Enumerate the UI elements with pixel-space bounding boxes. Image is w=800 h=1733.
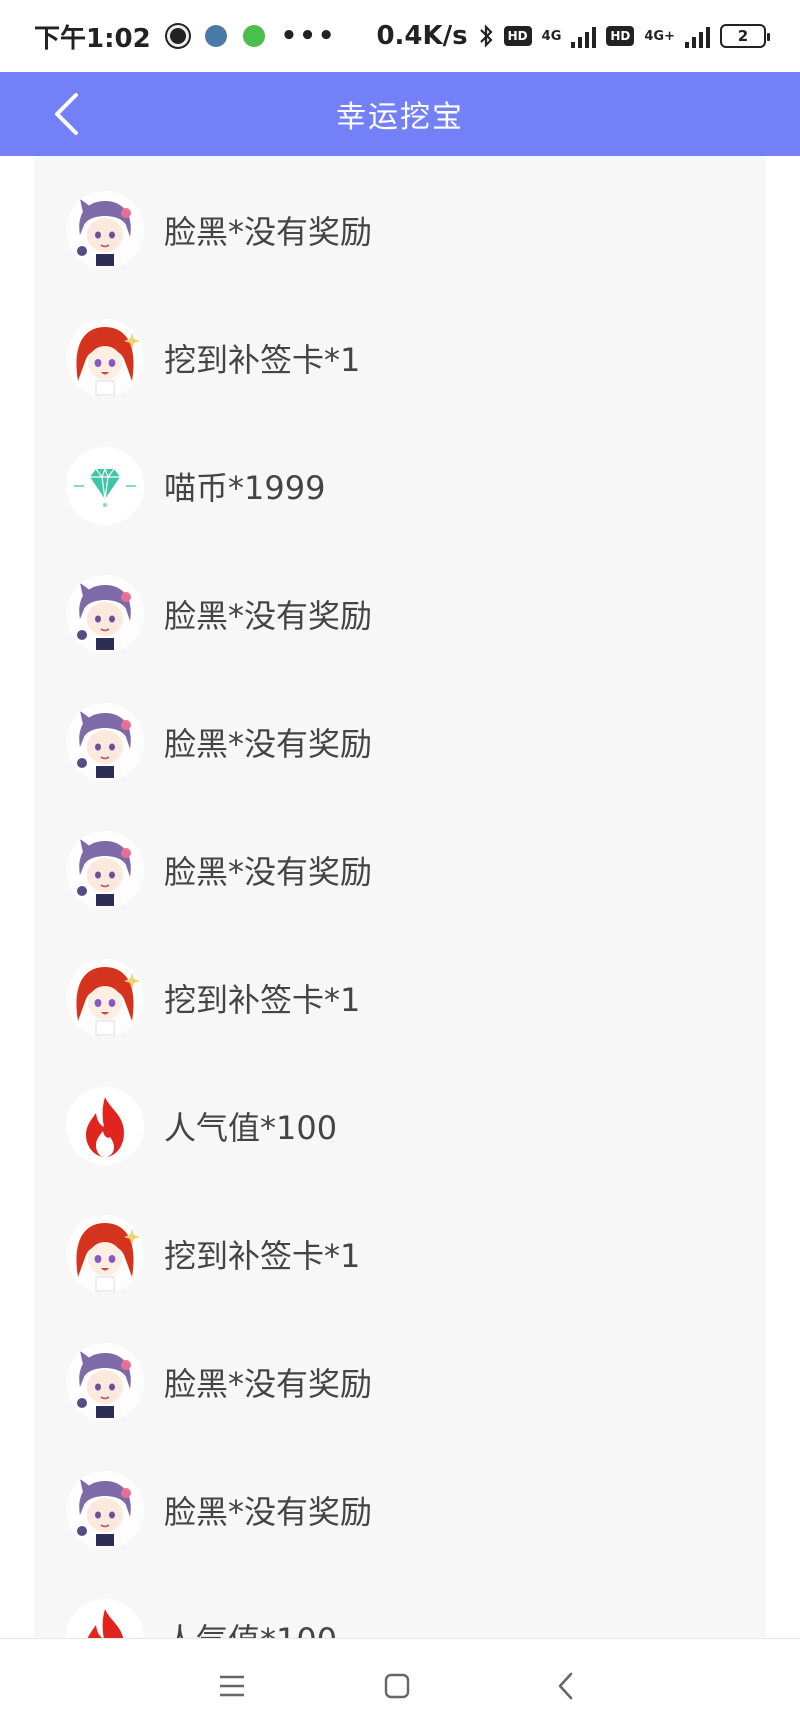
list-item: 脸黑*没有奖励 [66, 180, 746, 280]
item-label: 脸黑*没有奖励 [164, 725, 373, 763]
back-arrow-icon [55, 93, 78, 135]
list-item: 喵币*1999 [66, 436, 746, 536]
network-type-2: 4G+ [644, 28, 675, 44]
wechat-icon [242, 25, 265, 47]
item-label: 喵币*1999 [164, 469, 326, 507]
flame-icon [66, 1599, 144, 1638]
back-chevron-icon [558, 1672, 573, 1700]
status-bar: 下午1:02 ••• 0.4K/s HD 4G HD 4G+ 2 [0, 0, 800, 72]
more-notifications-icon: ••• [280, 21, 337, 51]
list-item: 脸黑*没有奖励 [66, 1332, 746, 1432]
home-square-icon [384, 1673, 410, 1699]
system-back-button[interactable] [541, 1661, 591, 1711]
purple-hair-girl-avatar [66, 575, 144, 653]
status-left: 下午1:02 ••• [34, 18, 337, 55]
purple-hair-girl-avatar [66, 1471, 144, 1549]
item-label: 脸黑*没有奖励 [164, 853, 373, 891]
diamond-icon [66, 447, 144, 525]
back-button[interactable] [42, 90, 90, 138]
item-label: 人气值*100 [164, 1615, 337, 1638]
bluetooth-icon [479, 24, 493, 48]
item-label: 挖到补签卡*1 [164, 341, 361, 379]
hd-badge-2: HD [606, 26, 635, 46]
network-type-1: 4G [541, 28, 562, 44]
purple-hair-girl-avatar [66, 831, 144, 909]
item-label: 脸黑*没有奖励 [164, 1493, 373, 1531]
qq-icon [166, 25, 189, 47]
reward-list-area[interactable]: 脸黑*没有奖励 挖到补签卡*1 喵币*1999 脸黑*没有奖励 脸黑*没有奖励 … [0, 156, 800, 1638]
battery-level: 2 [737, 27, 749, 45]
purple-hair-girl-avatar [66, 1343, 144, 1421]
status-right: 0.4K/s HD 4G HD 4G+ 2 [376, 21, 770, 51]
list-item: 人气值*100 [66, 1588, 746, 1638]
page-title: 幸运挖宝 [336, 100, 464, 135]
system-nav-bar [0, 1638, 800, 1733]
flame-icon [66, 1087, 144, 1165]
app-notification-icon [204, 25, 227, 47]
home-button[interactable] [372, 1661, 422, 1711]
list-item: 挖到补签卡*1 [66, 308, 746, 408]
item-label: 脸黑*没有奖励 [164, 1365, 373, 1403]
purple-hair-girl-avatar [66, 703, 144, 781]
purple-hair-girl-avatar [66, 191, 144, 269]
list-item: 挖到补签卡*1 [66, 1204, 746, 1304]
reward-list: 脸黑*没有奖励 挖到补签卡*1 喵币*1999 脸黑*没有奖励 脸黑*没有奖励 … [34, 156, 766, 1638]
item-label: 挖到补签卡*1 [164, 1237, 361, 1275]
list-item: 人气值*100 [66, 1076, 746, 1176]
signal-icon-1 [571, 24, 597, 48]
status-time: 下午1:02 [34, 23, 151, 54]
red-hair-girl-avatar [66, 1215, 144, 1293]
app-header: 幸运挖宝 [0, 72, 800, 156]
signal-icon-2 [685, 24, 710, 48]
list-item: 脸黑*没有奖励 [66, 820, 746, 920]
list-item: 脸黑*没有奖励 [66, 1460, 746, 1560]
hd-badge-1: HD [503, 26, 532, 46]
list-item: 脸黑*没有奖励 [66, 692, 746, 792]
menu-icon [220, 1675, 244, 1697]
red-hair-girl-avatar [66, 319, 144, 397]
menu-button[interactable] [207, 1661, 257, 1711]
battery-icon: 2 [720, 24, 770, 48]
item-label: 人气值*100 [164, 1109, 338, 1147]
item-label: 脸黑*没有奖励 [164, 213, 373, 251]
item-label: 脸黑*没有奖励 [164, 597, 373, 635]
red-hair-girl-avatar [66, 959, 144, 1037]
network-speed: 0.4K/s [376, 21, 468, 51]
item-label: 挖到补签卡*1 [164, 981, 361, 1019]
list-item: 挖到补签卡*1 [66, 948, 746, 1048]
list-item: 脸黑*没有奖励 [66, 564, 746, 664]
